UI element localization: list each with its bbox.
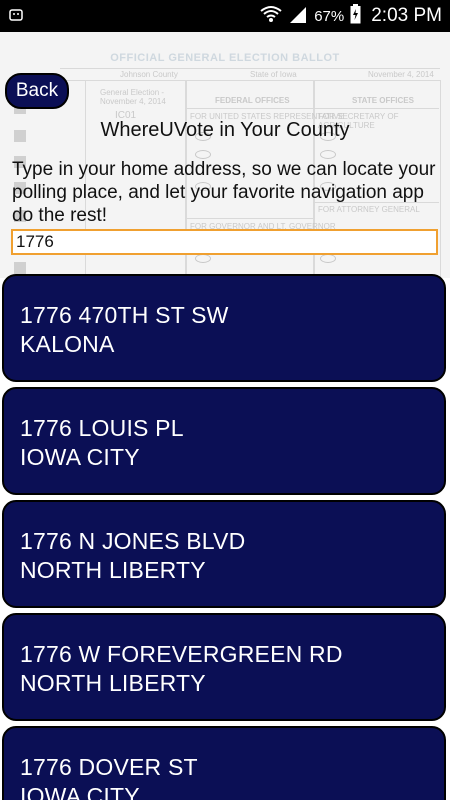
- ballot-state: State of Iowa: [250, 70, 297, 79]
- status-bar: 67% 2:03 PM: [0, 0, 450, 32]
- result-city: KALONA: [20, 331, 115, 357]
- address-result-item[interactable]: 1776 W FOREVERGREEN RD NORTH LIBERTY: [2, 613, 446, 721]
- address-result-item[interactable]: 1776 LOUIS PL IOWA CITY: [2, 387, 446, 495]
- result-city: IOWA CITY: [20, 444, 140, 470]
- ballot-date: November 4, 2014: [368, 70, 434, 79]
- page-title: WhereUVote in Your County: [100, 119, 350, 141]
- usb-debug-icon: [8, 7, 24, 23]
- instructions-text: Type in your home address, so we can loc…: [12, 159, 436, 226]
- clock: 2:03 PM: [371, 5, 442, 26]
- result-city: NORTH LIBERTY: [20, 670, 206, 696]
- result-city: NORTH LIBERTY: [20, 557, 206, 583]
- address-result-item[interactable]: 1776 N JONES BLVD NORTH LIBERTY: [2, 500, 446, 608]
- ballot-federal-offices: FEDERAL OFFICES: [215, 96, 290, 105]
- signal-icon: [288, 5, 308, 27]
- ballot-election: General Election - November 4, 2014: [100, 88, 166, 106]
- address-results-list: 1776 470TH ST SW KALONA 1776 LOUIS PL IO…: [0, 272, 450, 800]
- battery-percent: 67%: [314, 7, 345, 25]
- ballot-county: Johnson County: [120, 70, 178, 79]
- wifi-icon: [260, 5, 282, 27]
- address-result-item[interactable]: 1776 470TH ST SW KALONA: [2, 274, 446, 382]
- address-search-input[interactable]: [11, 229, 438, 255]
- result-street: 1776 LOUIS PL: [20, 415, 184, 441]
- result-street: 1776 470TH ST SW: [20, 302, 229, 328]
- result-street: 1776 DOVER ST: [20, 754, 198, 780]
- address-result-item[interactable]: 1776 DOVER ST IOWA CITY: [2, 726, 446, 800]
- result-street: 1776 W FOREVERGREEN RD: [20, 641, 343, 667]
- battery-charging-icon: [350, 4, 361, 28]
- result-street: 1776 N JONES BLVD: [20, 528, 246, 554]
- ballot-title: OFFICIAL GENERAL ELECTION BALLOT: [110, 52, 340, 64]
- ballot-state-offices: STATE OFFICES: [352, 96, 414, 105]
- result-city: IOWA CITY: [20, 783, 140, 800]
- back-button[interactable]: Back: [5, 73, 69, 109]
